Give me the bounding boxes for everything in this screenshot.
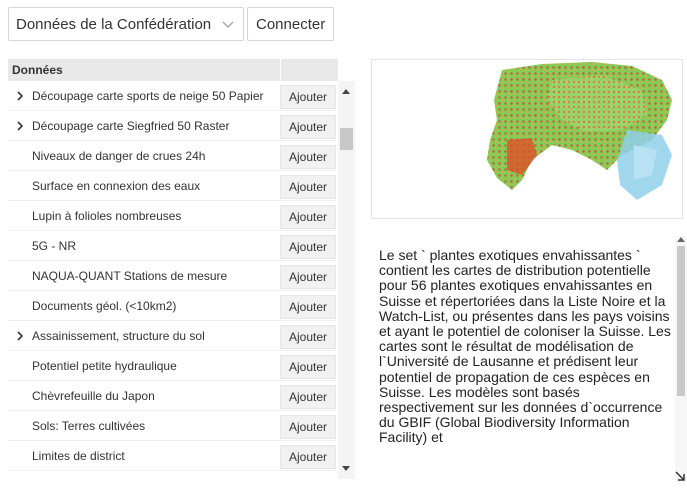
chevron-down-icon — [222, 21, 234, 29]
resize-diagonal-icon[interactable] — [674, 470, 686, 482]
list-item[interactable]: Potentiel petite hydraulique Ajouter — [8, 351, 336, 381]
chevron-right-icon[interactable] — [15, 330, 25, 341]
scroll-down-arrow-icon[interactable] — [342, 466, 350, 471]
list-item[interactable]: Assainissement, structure du sol Ajouter — [8, 321, 336, 351]
add-layer-button[interactable]: Ajouter — [280, 115, 336, 139]
data-panel-header-action-col — [280, 59, 338, 81]
scroll-up-arrow-icon[interactable] — [342, 89, 350, 94]
list-item[interactable]: 5G - NR Ajouter — [8, 231, 336, 261]
list-item[interactable]: Surface en connexion des eaux Ajouter — [8, 171, 336, 201]
list-item-label: Documents géol. (<10km2) — [32, 298, 177, 313]
data-panel-title: Données — [12, 63, 63, 77]
list-item-label: Lupin à folioles nombreuses — [32, 208, 182, 223]
scrollbar-thumb[interactable] — [340, 128, 353, 150]
list-item-label: 5G - NR — [32, 238, 77, 253]
scrollbar-thumb[interactable] — [677, 246, 685, 396]
layer-description: Le set ` plantes exotiques envahissantes… — [379, 247, 671, 446]
data-list-scrollbar[interactable] — [338, 81, 355, 479]
list-item[interactable]: Documents géol. (<10km2) Ajouter — [8, 291, 336, 321]
list-item[interactable]: Lupin à folioles nombreuses Ajouter — [8, 201, 336, 231]
add-layer-button[interactable]: Ajouter — [280, 235, 336, 259]
map-preview-image — [487, 62, 672, 200]
data-panel: Données Découpage carte sports de neige … — [8, 59, 358, 479]
list-item[interactable]: NAQUA-QUANT Stations de mesure Ajouter — [8, 261, 336, 291]
add-layer-button[interactable]: Ajouter — [280, 145, 336, 169]
description-scrollbar[interactable] — [675, 236, 687, 482]
add-layer-button[interactable]: Ajouter — [280, 265, 336, 289]
list-item[interactable]: Sols: Terres cultivées Ajouter — [8, 411, 336, 441]
add-layer-button[interactable]: Ajouter — [280, 445, 336, 469]
add-layer-button[interactable]: Ajouter — [280, 385, 336, 409]
chevron-right-icon[interactable] — [15, 120, 25, 131]
description-panel: Le set ` plantes exotiques envahissantes… — [371, 236, 687, 482]
list-item-label: NAQUA-QUANT Stations de mesure — [32, 268, 228, 283]
list-item[interactable]: Limites de district Ajouter — [8, 441, 336, 471]
topbar: Données de la Confédération Connecter — [8, 7, 335, 41]
list-item-label: Assainissement, structure du sol — [32, 328, 205, 343]
list-item-label: Sols: Terres cultivées — [32, 418, 146, 433]
list-item-label: Potentiel petite hydraulique — [32, 358, 177, 373]
add-layer-button[interactable]: Ajouter — [280, 355, 336, 379]
list-item[interactable]: Découpage carte sports de neige 50 Papie… — [8, 81, 336, 111]
dataset-select-value: Données de la Confédération — [16, 15, 212, 33]
add-layer-button[interactable]: Ajouter — [280, 175, 336, 199]
add-layer-button[interactable]: Ajouter — [280, 205, 336, 229]
add-layer-button[interactable]: Ajouter — [280, 295, 336, 319]
scroll-up-arrow-icon[interactable] — [677, 237, 685, 242]
connect-button[interactable]: Connecter — [247, 7, 335, 41]
data-list: Découpage carte sports de neige 50 Papie… — [8, 81, 336, 471]
chevron-right-icon[interactable] — [15, 90, 25, 101]
list-item-label: Limites de district — [32, 448, 125, 463]
list-item[interactable]: Découpage carte Siegfried 50 Raster Ajout… — [8, 111, 336, 141]
list-item-label: Découpage carte sports de neige 50 Papie… — [32, 88, 264, 103]
list-item-label: Chèvrefeuille du Japon — [32, 388, 155, 403]
map-preview — [371, 59, 683, 219]
list-item-label: Découpage carte Siegfried 50 Raster — [32, 118, 230, 133]
add-layer-button[interactable]: Ajouter — [280, 415, 336, 439]
dataset-select[interactable]: Données de la Confédération — [8, 7, 244, 41]
list-item-label: Surface en connexion des eaux — [32, 178, 201, 193]
list-item-label: Niveaux de danger de crues 24h — [32, 148, 206, 163]
list-item[interactable]: Chèvrefeuille du Japon Ajouter — [8, 381, 336, 411]
add-layer-button[interactable]: Ajouter — [280, 85, 336, 109]
add-layer-button[interactable]: Ajouter — [280, 325, 336, 349]
list-item[interactable]: Niveaux de danger de crues 24h Ajouter — [8, 141, 336, 171]
